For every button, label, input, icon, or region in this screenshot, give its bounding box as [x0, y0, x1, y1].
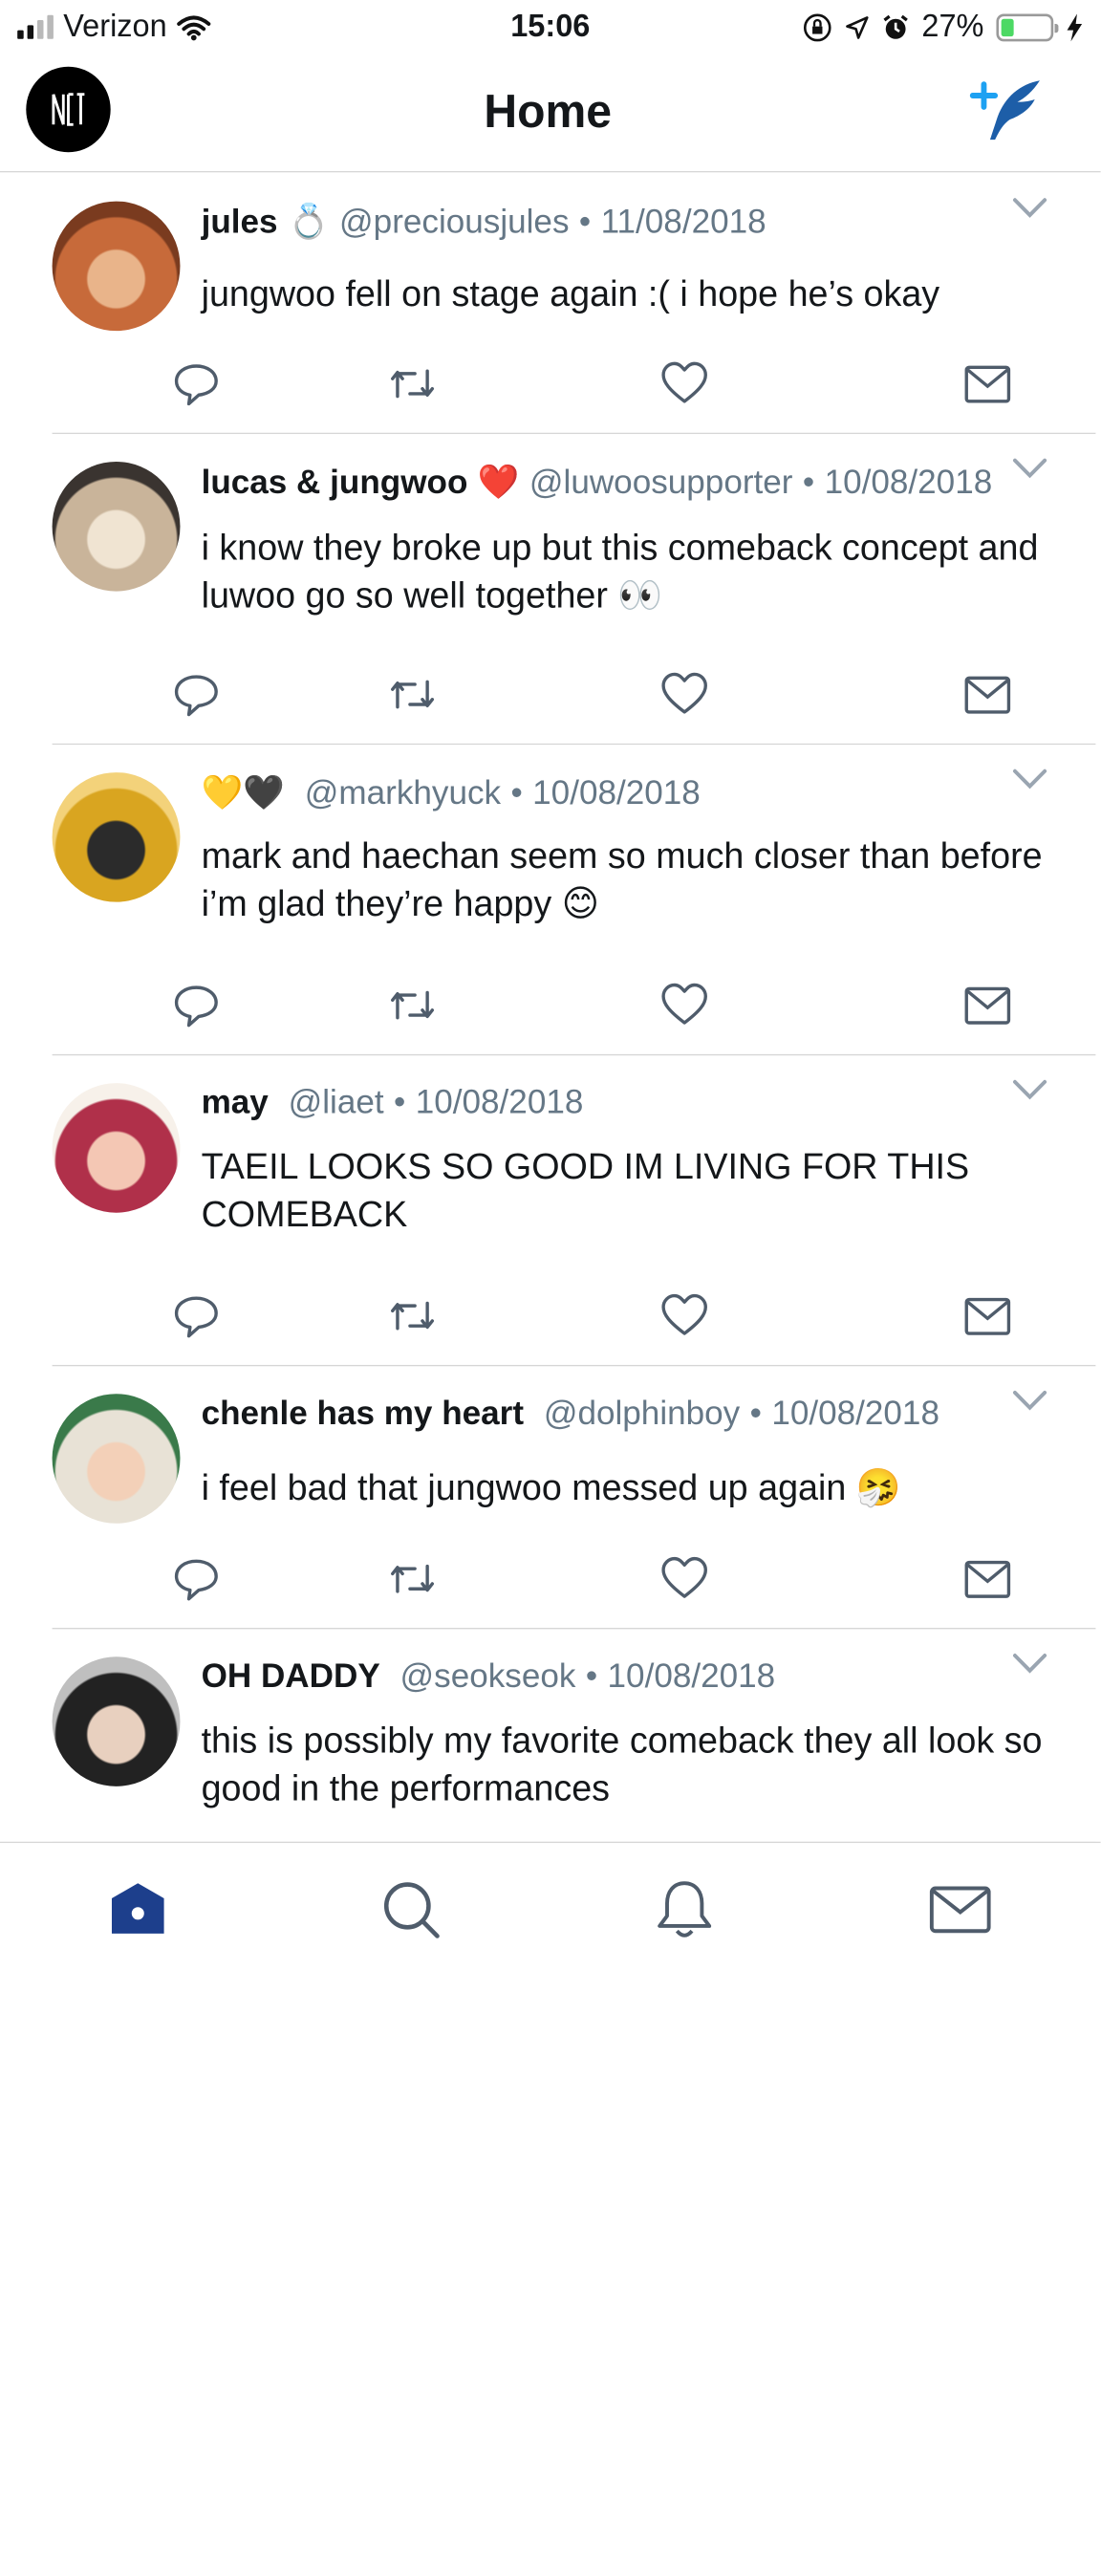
compose-tweet-icon[interactable] — [965, 75, 1047, 150]
location-icon — [846, 15, 869, 39]
bottom-tab-bar — [0, 1841, 1101, 1959]
reply-icon[interactable] — [171, 1290, 221, 1341]
tweet-text: i know they broke up but this comeback c… — [201, 528, 1039, 617]
orientation-lock-icon — [803, 12, 831, 41]
notifications-icon[interactable] — [654, 1878, 716, 1941]
display-name[interactable]: lucas & jungwoo — [202, 463, 468, 502]
chevron-down-icon[interactable] — [1012, 1389, 1047, 1412]
direct-message-icon[interactable] — [962, 1553, 1012, 1604]
separator-dot: • — [578, 202, 592, 240]
tweet[interactable]: 💛🖤 @markhyuck • 10/08/2018 mark and haechan … — [0, 745, 1101, 1056]
tweet-text: i feel bad that jungwoo messed up again … — [201, 1467, 901, 1509]
tweet-date: 10/08/2018 — [607, 1656, 776, 1695]
tweet-actions — [0, 358, 1101, 409]
direct-message-icon[interactable] — [962, 980, 1012, 1030]
reply-icon[interactable] — [171, 980, 221, 1030]
tweet-date: 10/08/2018 — [771, 1394, 939, 1432]
tweet-text: TAEIL LOOKS SO GOOD IM LIVING FOR THIS C… — [201, 1147, 970, 1236]
tweet-actions — [0, 1553, 1101, 1604]
page-title: Home — [484, 85, 613, 138]
reply-icon[interactable] — [171, 358, 221, 409]
separator-dot: • — [585, 1656, 598, 1695]
like-icon[interactable] — [659, 358, 709, 409]
like-icon[interactable] — [659, 1553, 709, 1604]
name-emoji: ❤️ — [477, 463, 520, 501]
retweet-icon[interactable] — [388, 1553, 438, 1604]
display-name[interactable]: OH DADDY — [202, 1656, 380, 1696]
battery-icon — [996, 12, 1059, 41]
user-handle[interactable]: @seokseok — [400, 1656, 576, 1696]
tweet-text: mark and haechan seem so much closer tha… — [201, 836, 1043, 925]
chevron-down-icon[interactable] — [1012, 196, 1047, 219]
tweet-text: this is possibly my favorite comeback th… — [201, 1721, 1043, 1809]
like-icon[interactable] — [659, 1290, 709, 1341]
tweet-actions — [0, 980, 1101, 1030]
separator-dot: • — [802, 462, 815, 501]
tweet-header: OH DADDY @seokseok • 10/08/2018 — [202, 1656, 776, 1696]
user-handle[interactable]: @liaet — [289, 1083, 384, 1122]
like-icon[interactable] — [659, 669, 709, 720]
display-name[interactable]: 💛🖤 — [202, 772, 285, 812]
top-navigation-bar: Home — [0, 55, 1101, 173]
like-icon[interactable] — [659, 980, 709, 1030]
tweet-header: lucas & jungwoo ❤️ @luwoosupporter • 10/08/2… — [202, 462, 993, 502]
avatar[interactable] — [52, 772, 181, 902]
tweet[interactable]: chenle has my heart @dolphinboy • 10/08/201… — [0, 1366, 1101, 1630]
tweet-header: chenle has my heart @dolphinboy • 10/08/201… — [202, 1394, 939, 1433]
display-name[interactable]: may — [202, 1083, 269, 1122]
user-handle[interactable]: @markhyuck — [305, 773, 501, 812]
retweet-icon[interactable] — [388, 358, 438, 409]
chevron-down-icon[interactable] — [1012, 457, 1047, 480]
tweet-header: may @liaet • 10/08/2018 — [202, 1083, 584, 1122]
battery-percent: 27% — [921, 9, 984, 45]
retweet-icon[interactable] — [388, 980, 438, 1030]
tweet[interactable]: jules 💍 @preciousjules • 11/08/2018 jungwoo f… — [0, 172, 1101, 435]
separator-dot: • — [510, 772, 523, 812]
direct-message-icon[interactable] — [962, 1290, 1012, 1341]
tweet-actions — [0, 669, 1101, 720]
separator-dot: • — [394, 1083, 406, 1121]
tweet-header: 💛🖤 @markhyuck • 10/08/2018 — [202, 772, 701, 812]
tweet[interactable]: OH DADDY @seokseok • 10/08/2018 this is poss… — [0, 1629, 1101, 1844]
tweet-date: 10/08/2018 — [415, 1083, 584, 1121]
chevron-down-icon[interactable] — [1012, 1652, 1047, 1675]
tweet-header: jules 💍 @preciousjules • 11/08/2018 — [202, 202, 766, 242]
avatar[interactable] — [52, 462, 181, 592]
alarm-icon — [883, 14, 908, 39]
home-icon[interactable] — [107, 1878, 169, 1941]
avatar[interactable] — [52, 1656, 181, 1786]
avatar[interactable] — [52, 1083, 181, 1213]
search-icon[interactable] — [380, 1878, 443, 1941]
status-bar: Verizon 15:06 27% — [0, 0, 1101, 55]
user-handle[interactable]: @dolphinboy — [544, 1394, 740, 1433]
user-handle[interactable]: @luwoosupporter — [529, 463, 793, 502]
tweet-actions — [0, 1290, 1101, 1341]
display-name[interactable]: jules — [202, 202, 278, 241]
reply-icon[interactable] — [171, 669, 221, 720]
user-handle[interactable]: @preciousjules — [339, 202, 569, 241]
direct-message-icon[interactable] — [962, 669, 1012, 720]
messages-icon[interactable] — [929, 1878, 991, 1941]
tweet-date: 10/08/2018 — [824, 462, 993, 501]
tweet[interactable]: lucas & jungwoo ❤️ @luwoosupporter • 10/08/2… — [0, 434, 1101, 746]
avatar[interactable] — [52, 201, 181, 332]
separator-dot: • — [749, 1394, 762, 1432]
direct-message-icon[interactable] — [962, 358, 1012, 409]
charging-bolt-icon — [1067, 12, 1083, 41]
chevron-down-icon[interactable] — [1012, 768, 1047, 790]
avatar[interactable] — [52, 1394, 181, 1524]
chevron-down-icon[interactable] — [1012, 1078, 1047, 1101]
reply-icon[interactable] — [171, 1553, 221, 1604]
retweet-icon[interactable] — [388, 1290, 438, 1341]
display-name[interactable]: chenle has my heart — [202, 1394, 524, 1433]
tweet-date: 10/08/2018 — [532, 772, 701, 812]
retweet-icon[interactable] — [388, 669, 438, 720]
name-emoji: 💍 — [287, 202, 330, 241]
status-right: 27% — [803, 9, 1084, 45]
tweet-date: 11/08/2018 — [600, 202, 766, 240]
tweet[interactable]: may @liaet • 10/08/2018 TAEIL LOOKS SO GOOD … — [0, 1055, 1101, 1367]
tweet-text: jungwoo fell on stage again :( i hope he… — [201, 273, 940, 315]
